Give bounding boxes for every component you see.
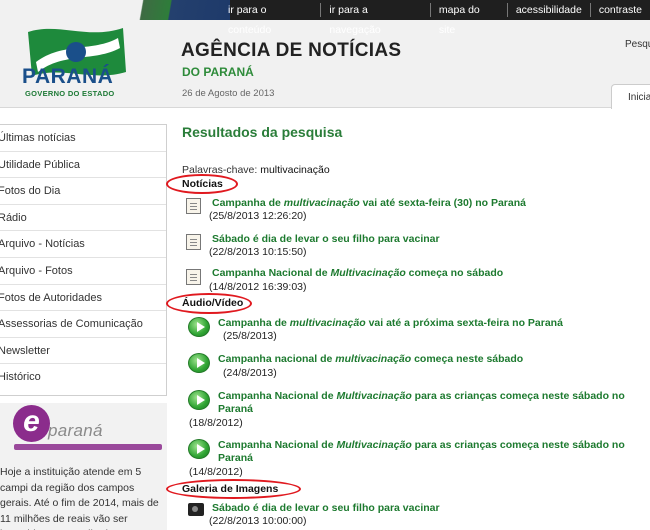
accessibility-bar: ir para o conteúdo ir para a navegação m…	[120, 0, 650, 36]
current-date: 26 de Agosto de 2013	[182, 88, 275, 99]
site-title[interactable]: AGÊNCIA DE NOTÍCIAS	[181, 40, 401, 62]
logo-subtitle: GOVERNO DO ESTADO	[25, 89, 115, 98]
sidebar-item-press-offices[interactable]: Assessorias de Comunicação	[0, 311, 166, 338]
contrast-link[interactable]: contraste	[591, 0, 650, 20]
logo-name: PARANÁ	[22, 65, 114, 88]
camera-icon	[188, 503, 204, 516]
result-date: (25/8/2013)	[223, 330, 277, 342]
site-header: ir para o conteúdo ir para a navegação m…	[0, 0, 650, 109]
section-audio-video: Áudio/Vídeo	[182, 297, 244, 309]
sidebar-item-photo-archive[interactable]: Arquivo - Fotos	[0, 258, 166, 285]
result-date: (22/8/2013 10:15:50)	[209, 246, 307, 258]
result-link[interactable]: Campanha Nacional de Multivacinação come…	[212, 267, 503, 279]
section-image-gallery: Galeria de Imagens	[182, 483, 279, 495]
accessibility-link[interactable]: acessibilidade	[508, 0, 590, 20]
sidebar-menu: Últimas notícias Utilidade Pública Fotos…	[0, 124, 167, 396]
video-result: Campanha de multivacinação vai até a pró…	[186, 316, 648, 346]
play-icon[interactable]	[188, 317, 210, 337]
play-icon[interactable]	[188, 439, 210, 459]
news-result: Campanha de multivacinação vai até sexta…	[186, 196, 648, 228]
site-subtitle: DO PARANÁ	[182, 65, 254, 79]
result-link[interactable]: Sábado é dia de levar o seu filho para v…	[212, 502, 440, 514]
eparana-logo-icon: e	[13, 405, 50, 442]
result-link[interactable]: Campanha nacional de multivacinação come…	[218, 353, 523, 365]
eparana-promo[interactable]: e paraná Hoje a instituição atende em 5 …	[0, 403, 167, 530]
result-date: (22/8/2013 10:00:00)	[209, 515, 307, 527]
result-link[interactable]: Campanha Nacional de Multivacinação para…	[218, 439, 625, 451]
promo-text: Hoje a instituição atende em 5 campi da …	[0, 466, 159, 530]
sidebar-item-photos-of-day[interactable]: Fotos do Dia	[0, 178, 166, 205]
skip-to-content-link[interactable]: ir para o conteúdo	[220, 0, 320, 36]
keywords-value: multivacinação	[260, 164, 330, 176]
news-result: Campanha Nacional de Multivacinação come…	[186, 267, 648, 299]
sidebar-item-public-utility[interactable]: Utilidade Pública	[0, 152, 166, 179]
result-link[interactable]: Campanha Nacional de Multivacinação para…	[218, 390, 625, 402]
video-result: Campanha Nacional de Multivacinação para…	[186, 438, 648, 482]
gallery-result: Sábado é dia de levar o seu filho para v…	[186, 501, 648, 530]
skip-to-navigation-link[interactable]: ir para a navegação	[321, 0, 430, 36]
result-link-continued[interactable]: Paraná	[218, 403, 253, 415]
video-result: Campanha nacional de multivacinação come…	[186, 352, 648, 382]
result-link[interactable]: Campanha de multivacinação vai até sexta…	[212, 197, 526, 209]
tab-home[interactable]: Inicia	[611, 84, 650, 109]
section-news: Notícias	[182, 178, 223, 190]
result-date: (14/8/2012 16:39:03)	[209, 281, 307, 293]
document-icon	[186, 234, 201, 250]
result-link-continued[interactable]: Paraná	[218, 452, 253, 464]
sidebar-item-latest-news[interactable]: Últimas notícias	[0, 125, 166, 152]
document-icon	[186, 269, 201, 285]
promo-divider	[14, 444, 162, 450]
sidebar-item-authority-photos[interactable]: Fotos de Autoridades	[0, 285, 166, 312]
result-date: (24/8/2013)	[223, 367, 277, 379]
result-link[interactable]: Campanha de multivacinação vai até a pró…	[218, 317, 563, 329]
flag-strip	[120, 0, 230, 20]
search-label[interactable]: Pesqu	[625, 39, 650, 50]
sidebar-item-newsletter[interactable]: Newsletter	[0, 338, 166, 365]
video-result: Campanha Nacional de Multivacinação para…	[186, 389, 648, 433]
eparana-brand: paraná	[48, 421, 103, 440]
play-icon[interactable]	[188, 353, 210, 373]
sitemap-link[interactable]: mapa do site	[431, 0, 507, 36]
result-link[interactable]: Sábado é dia de levar o seu filho para v…	[212, 233, 440, 245]
result-date: (18/8/2012)	[189, 417, 243, 429]
result-date: (14/8/2012)	[189, 466, 243, 478]
result-date: (25/8/2013 12:26:20)	[209, 210, 307, 222]
play-icon[interactable]	[188, 390, 210, 410]
sidebar-item-news-archive[interactable]: Arquivo - Notícias	[0, 231, 166, 258]
news-result: Sábado é dia de levar o seu filho para v…	[186, 232, 648, 264]
page-title: Resultados da pesquisa	[182, 124, 343, 140]
document-icon	[186, 198, 201, 214]
sidebar-item-history[interactable]: Histórico	[0, 364, 166, 391]
sidebar-item-radio[interactable]: Rádio	[0, 205, 166, 232]
